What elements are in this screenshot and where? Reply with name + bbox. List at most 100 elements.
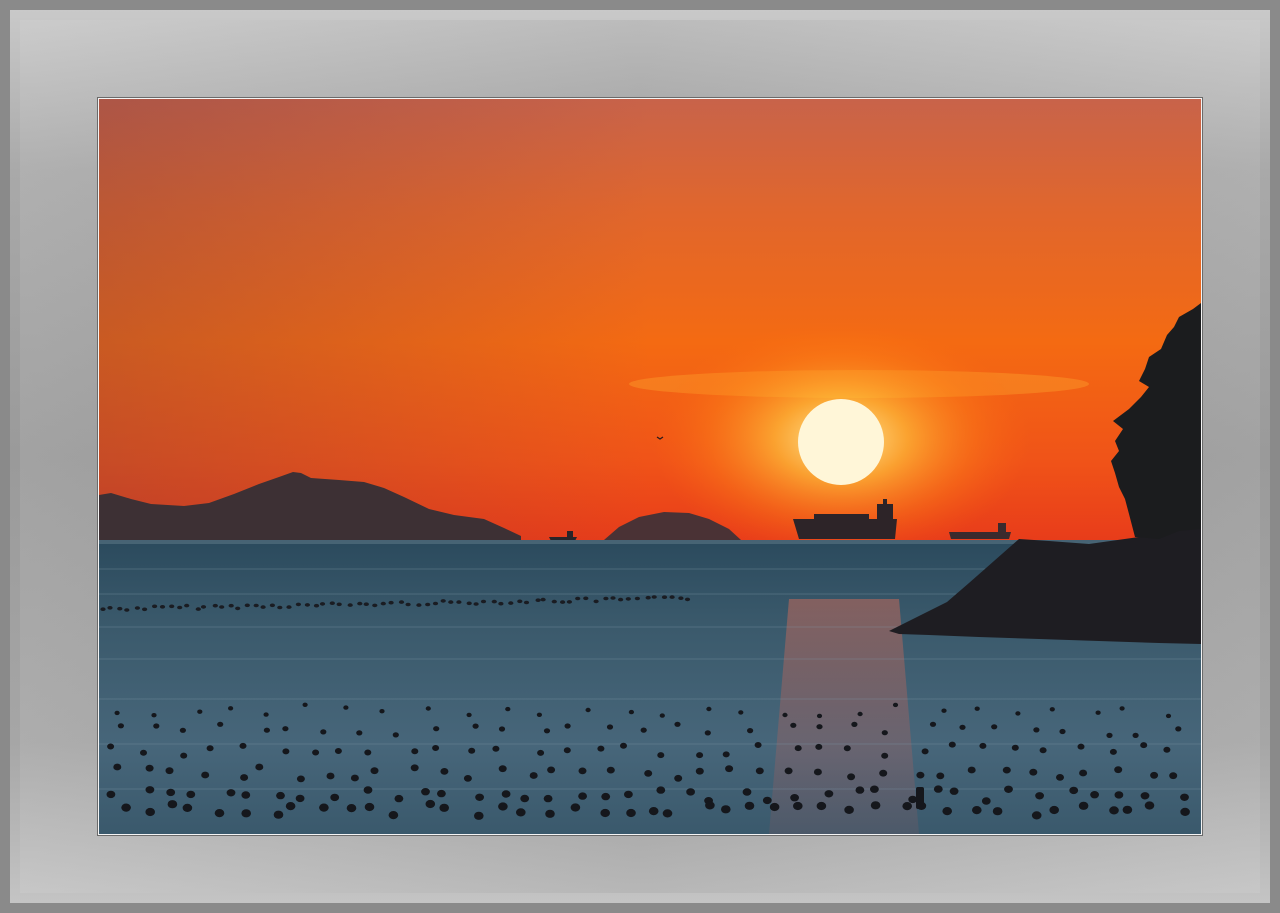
- buoy: [492, 745, 500, 752]
- buoy: [725, 765, 734, 773]
- buoy: [263, 727, 270, 733]
- buoy: [475, 793, 484, 801]
- buoy: [508, 601, 514, 605]
- buoy: [1056, 774, 1064, 781]
- buoy: [239, 742, 247, 749]
- buoy: [269, 603, 275, 608]
- buoy: [870, 785, 879, 793]
- buoy: [813, 768, 822, 776]
- buoy: [255, 763, 264, 771]
- buoy: [1180, 793, 1189, 801]
- buoy: [226, 789, 236, 797]
- buoy: [388, 600, 394, 605]
- buoy: [601, 792, 611, 801]
- buoy: [626, 808, 636, 818]
- buoy: [392, 732, 399, 738]
- buoy: [228, 603, 234, 608]
- buoy: [240, 774, 249, 781]
- buoy: [551, 599, 557, 604]
- buoy: [179, 727, 186, 733]
- buoy: [916, 771, 925, 779]
- buoy: [114, 710, 120, 716]
- buoy: [704, 730, 711, 736]
- buoy: [1049, 707, 1055, 712]
- buoy: [347, 603, 353, 607]
- buoy: [706, 706, 712, 712]
- buoy: [217, 721, 224, 727]
- buoy: [235, 606, 241, 611]
- buoy: [674, 721, 681, 727]
- buoy: [180, 752, 188, 759]
- buoy: [273, 810, 284, 819]
- buoy: [498, 765, 507, 773]
- buoy: [782, 712, 788, 718]
- buoy: [545, 809, 555, 818]
- buoy: [936, 772, 945, 780]
- buoy: [793, 801, 803, 811]
- buoy: [1180, 807, 1190, 817]
- buoy: [364, 802, 375, 812]
- buoy: [540, 597, 546, 602]
- buoy: [536, 712, 542, 717]
- buoy: [738, 710, 744, 715]
- buoy: [815, 743, 823, 750]
- buoy: [177, 605, 183, 610]
- buoy: [529, 772, 538, 779]
- buoy: [1150, 771, 1159, 779]
- buoy: [1144, 801, 1155, 810]
- buoy: [981, 797, 991, 805]
- buoy: [152, 604, 158, 609]
- buoy: [394, 794, 404, 803]
- buoy: [370, 767, 379, 775]
- buoy: [124, 608, 130, 612]
- buoy: [363, 786, 373, 794]
- buoy: [769, 802, 780, 812]
- buoy: [357, 601, 363, 606]
- buoy: [855, 786, 865, 794]
- buoy: [686, 788, 695, 796]
- buoy: [851, 721, 858, 728]
- buoy: [282, 748, 290, 755]
- buoy: [134, 606, 140, 610]
- buoy: [501, 790, 511, 798]
- buoy: [498, 601, 504, 606]
- buoy: [480, 599, 487, 604]
- buoy: [972, 806, 982, 815]
- buoy: [535, 598, 541, 602]
- buoy: [847, 773, 856, 781]
- buoy: [140, 749, 147, 756]
- buoy: [260, 605, 266, 609]
- buoy: [350, 774, 359, 782]
- buoy: [113, 763, 122, 771]
- buoy: [145, 807, 155, 817]
- buoy: [600, 808, 610, 818]
- buoy: [721, 805, 731, 814]
- buoy: [824, 790, 834, 798]
- buoy: [881, 752, 889, 759]
- buoy: [448, 600, 454, 604]
- buoy: [843, 745, 851, 752]
- buoy: [790, 794, 799, 802]
- buoy: [106, 790, 116, 799]
- buoy: [857, 711, 863, 717]
- buoy: [398, 600, 405, 604]
- sky-shade: [99, 99, 1201, 541]
- buoy: [197, 709, 203, 714]
- buoy: [473, 602, 479, 606]
- buoy: [695, 767, 704, 775]
- buoy: [295, 602, 301, 607]
- buoy: [517, 599, 523, 604]
- buoy: [578, 767, 587, 775]
- buoy: [1095, 710, 1101, 715]
- buoy: [624, 790, 633, 799]
- buoy: [206, 745, 214, 752]
- buoy: [762, 796, 772, 805]
- buoy: [439, 803, 450, 812]
- buoy: [440, 599, 446, 603]
- buoy: [640, 727, 647, 733]
- buoy: [145, 764, 154, 772]
- buoy: [286, 605, 292, 609]
- buoy: [159, 605, 166, 609]
- buoy: [543, 728, 551, 734]
- buoy: [705, 801, 715, 810]
